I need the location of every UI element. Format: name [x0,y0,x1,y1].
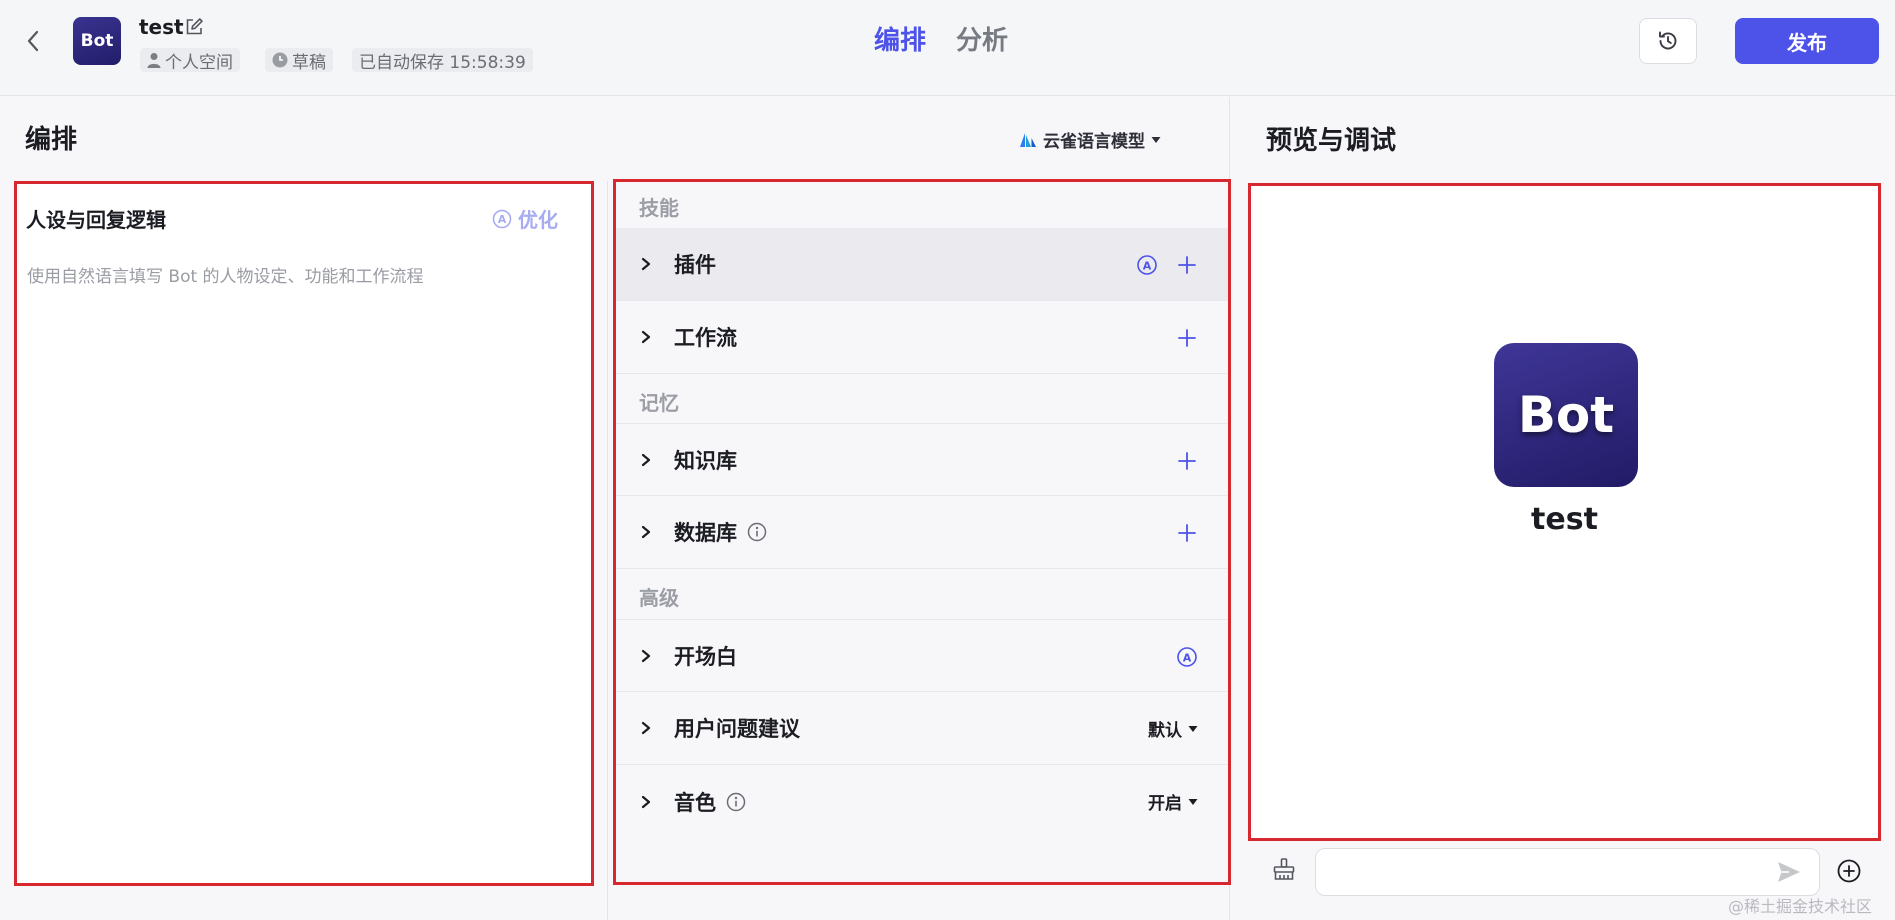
plus-icon[interactable] [1176,522,1198,544]
auto-icon[interactable]: A [1136,254,1158,276]
voice-dropdown[interactable]: 开启 [1148,789,1198,814]
tab-analysis[interactable]: 分析 [956,20,1008,57]
row-label: 开场白 [674,644,737,669]
bot-preview-name: test [1531,502,1598,537]
caret-down-icon [1188,798,1198,805]
edit-icon[interactable] [184,17,204,37]
chevron-right-icon [641,721,655,735]
row-label: 用户问题建议 [674,717,800,741]
optimize-label: 优化 [518,208,558,232]
row-voice[interactable]: 音色 开启 [616,765,1228,838]
row-database[interactable]: 数据库 [616,496,1228,569]
group-label-skill: 技能 [639,196,679,220]
row-label: 知识库 [674,448,737,473]
publish-button[interactable]: 发布 [1735,18,1879,64]
bot-avatar-large: Bot [1494,343,1638,487]
editor-title: 编排 [25,125,78,155]
chevron-right-icon [641,330,655,344]
model-name: 云雀语言模型 [1043,132,1145,152]
info-icon[interactable] [726,792,746,812]
clear-chat-button[interactable] [1271,856,1299,884]
caret-down-icon [1151,136,1161,143]
persona-title: 人设与回复逻辑 [26,208,166,232]
chevron-right-icon [641,649,655,663]
broom-icon [1273,858,1295,880]
status-badge: 草稿 [265,48,333,73]
space-label: 个人空间 [165,52,233,73]
status-label: 草稿 [292,52,326,73]
chat-input[interactable] [1315,848,1820,896]
back-button[interactable] [20,26,46,56]
svg-text:A: A [1183,651,1192,664]
top-bar: Bot test 个人空间 草稿 已自动保存 15:58:39 编排 分析 发布 [0,0,1895,96]
persona-input[interactable]: 使用自然语言填写 Bot 的人物设定、功能和工作流程 [27,262,424,287]
plus-icon[interactable] [1176,327,1198,349]
column-divider [607,181,608,920]
optimize-button[interactable]: A 优化 [492,204,558,233]
send-button[interactable] [1775,858,1803,886]
auto-icon[interactable]: A [1176,646,1198,668]
editor-area: 编排 云雀语言模型 人设与回复逻辑 A 优化 使用自然语言填写 Bot 的人物设… [0,97,1231,920]
add-button[interactable] [1836,858,1862,884]
skills-panel: 技能 插件 A 工作流 记忆 知识库 数据库 高级 开场白 A 用户问题建议 默… [613,179,1231,885]
space-badge: 个人空间 [140,48,240,73]
send-icon [1778,862,1800,882]
watermark: @稀土掘金技术社区 [1728,897,1873,916]
mode-tabs: 编排 分析 [874,20,1008,57]
chevron-left-icon [27,30,39,52]
plus-circle-icon [1837,859,1861,883]
caret-down-icon [1188,725,1198,732]
clock-icon [272,52,288,68]
history-icon [1659,31,1677,50]
row-label: 音色 [674,790,716,815]
chevron-right-icon [641,453,655,467]
chevron-right-icon [641,795,655,809]
row-label: 插件 [674,253,716,277]
bot-avatar: Bot [73,17,121,65]
plus-icon[interactable] [1176,254,1198,276]
row-plugin[interactable]: 插件 A [616,228,1228,301]
preview-panel: Bot test [1248,183,1881,841]
row-opening[interactable]: 开场白 A [616,619,1228,692]
autosave-label: 已自动保存 15:58:39 [359,52,526,73]
chevron-right-icon [641,257,655,271]
user-icon [147,53,161,68]
svg-text:A: A [498,213,507,226]
tab-arrange[interactable]: 编排 [874,20,926,57]
model-logo-icon [1020,132,1036,147]
history-button[interactable] [1639,18,1697,64]
model-select[interactable]: 云雀语言模型 [1019,127,1161,152]
row-label: 工作流 [674,326,737,350]
group-label-advanced: 高级 [639,586,679,610]
row-workflow[interactable]: 工作流 [616,301,1228,374]
persona-panel: 人设与回复逻辑 A 优化 使用自然语言填写 Bot 的人物设定、功能和工作流程 [14,181,594,886]
row-knowledge[interactable]: 知识库 [616,423,1228,496]
voice-value: 开启 [1148,794,1182,814]
suggestions-value: 默认 [1148,721,1182,741]
preview-title: 预览与调试 [1266,126,1397,156]
autosave-badge: 已自动保存 15:58:39 [352,48,533,73]
chevron-right-icon [641,525,655,539]
auto-icon: A [492,209,512,228]
info-icon[interactable] [747,522,767,542]
row-suggestions[interactable]: 用户问题建议 默认 [616,692,1228,765]
group-label-memory: 记忆 [639,391,679,415]
row-label: 数据库 [674,521,737,545]
svg-text:A: A [1143,259,1152,272]
plus-icon[interactable] [1176,450,1198,472]
suggestions-dropdown[interactable]: 默认 [1148,716,1198,741]
bot-name: test [139,15,184,39]
